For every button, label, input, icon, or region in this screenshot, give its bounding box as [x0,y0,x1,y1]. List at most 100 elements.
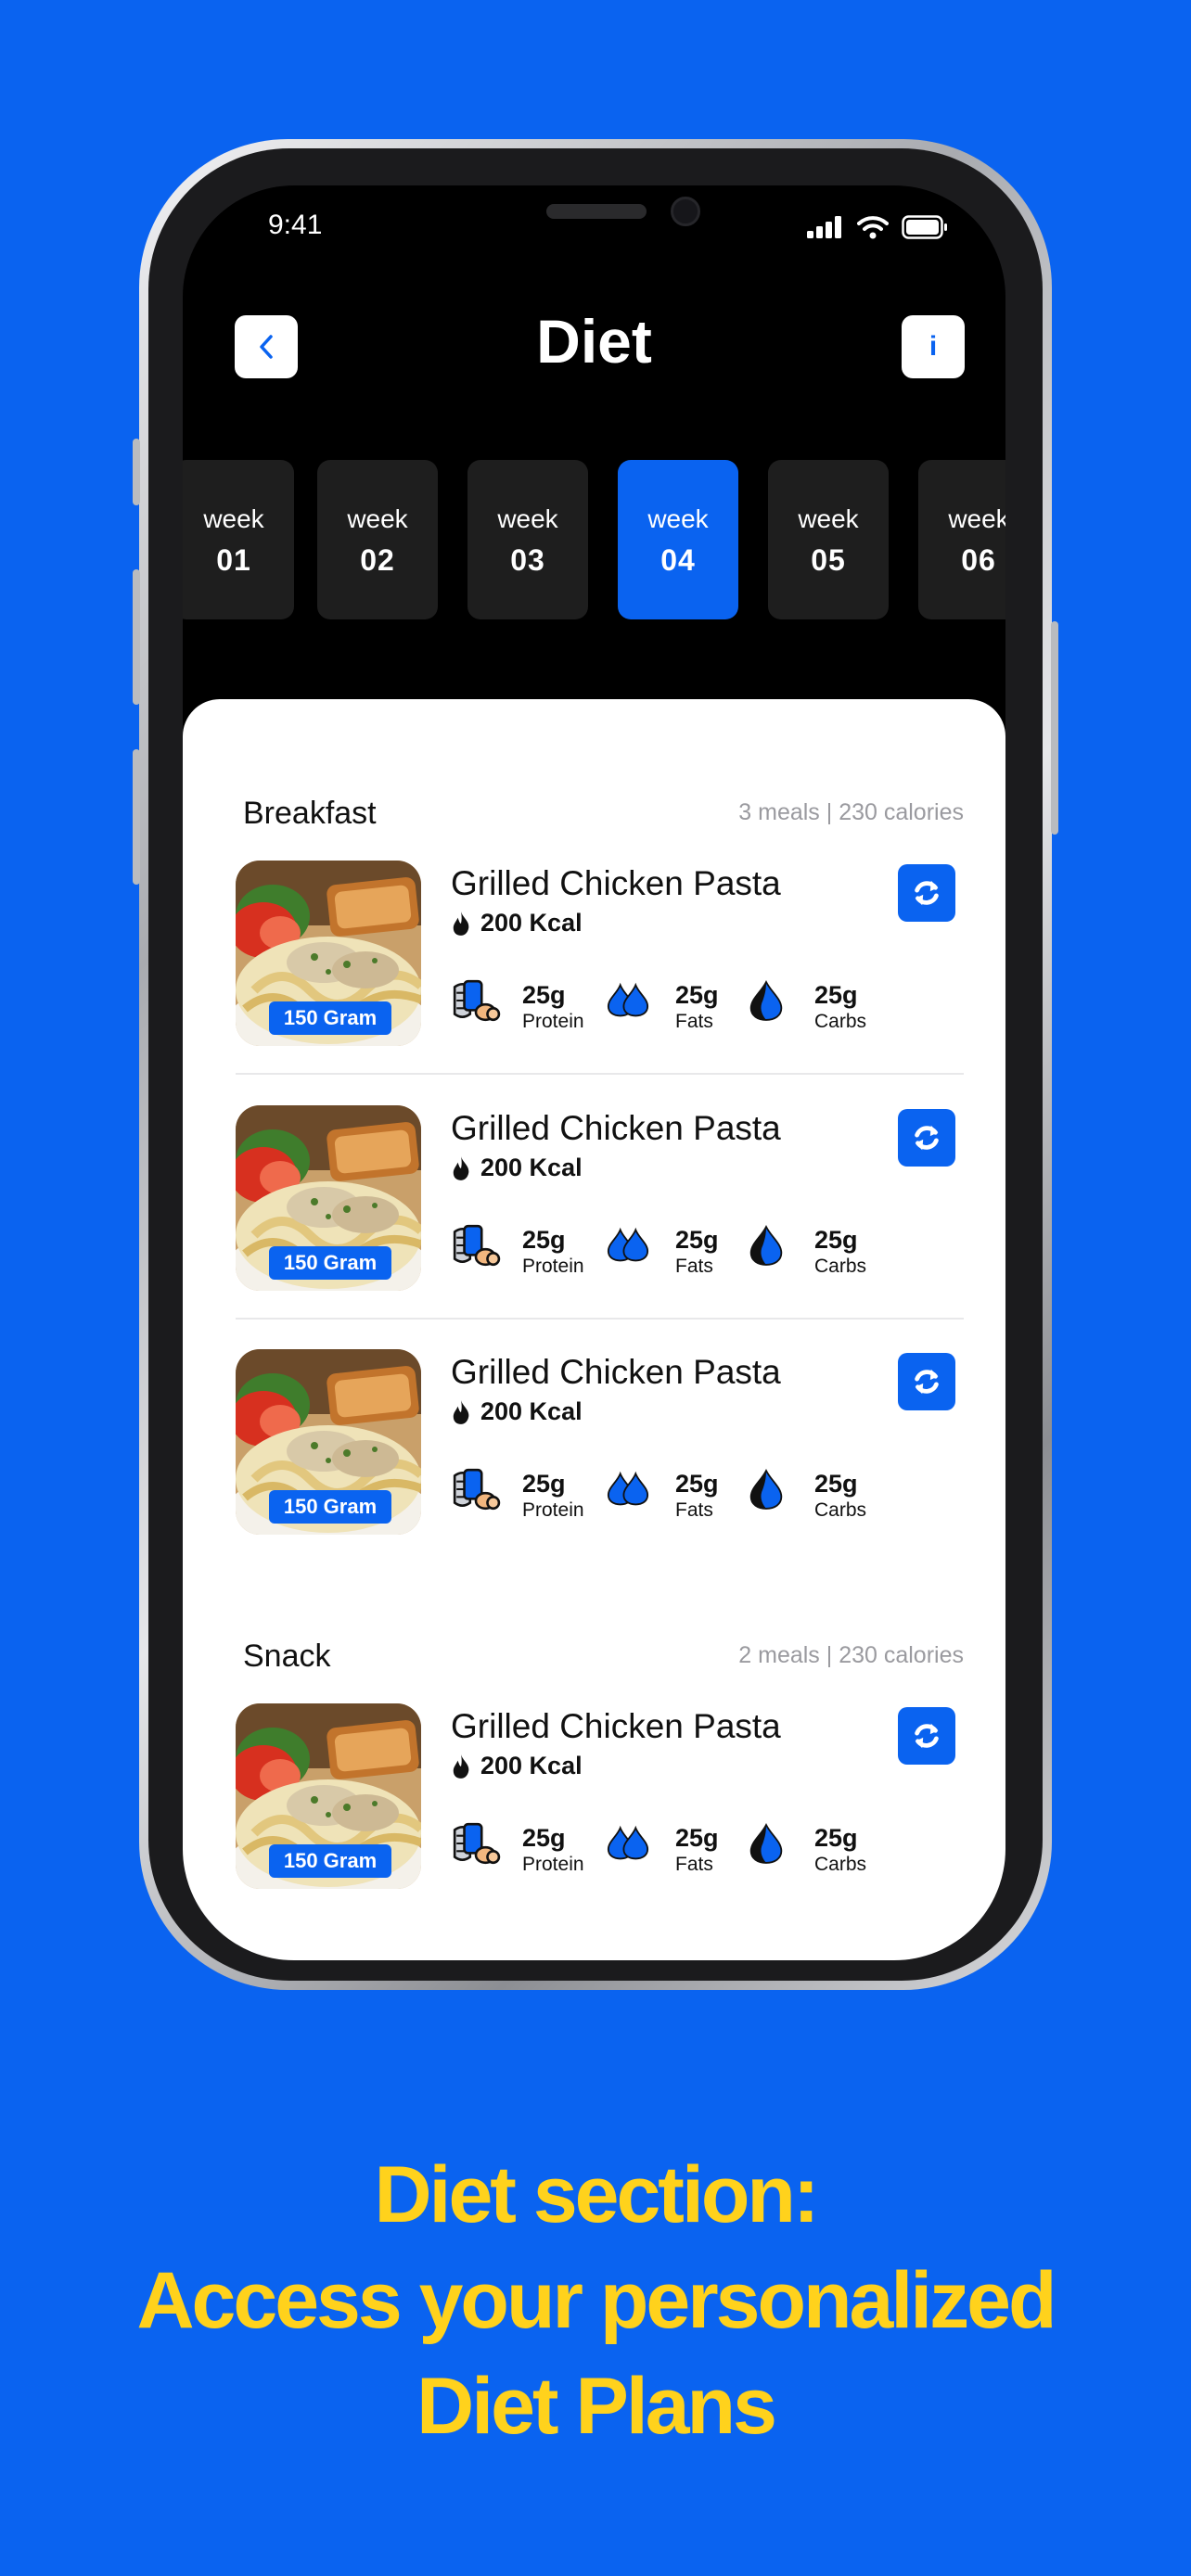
week-label: week [203,504,264,533]
weight-badge: 150 Gram [269,1001,391,1035]
kcal-value: 200 Kcal [480,1752,583,1779]
week-item-04[interactable]: week 04 [618,460,738,619]
carbs-value: 25g [814,981,858,1009]
caption-line-3: Diet Plans [416,2362,777,2451]
signal-icon [807,216,841,238]
flame-icon [451,911,471,937]
swap-meal-button[interactable] [898,1353,955,1410]
week-item-06[interactable]: week 06 [918,460,1005,619]
protein-value: 25g [522,981,566,1009]
refresh-icon [909,1364,944,1399]
kcal-value: 200 Kcal [480,1154,583,1181]
volume-up-button [133,569,140,705]
meal-calories: 200 Kcal [451,1397,583,1426]
carbs-label: Carbs [814,1011,867,1032]
promo-caption: Diet section: Access your personalized D… [0,2142,1191,2459]
section-title-breakfast: Breakfast [243,796,377,831]
power-button [1051,621,1058,835]
meal-card[interactable]: 150 Gram Grilled Chicken Pasta 200 Kcal … [236,1703,964,1889]
weight-badge: 150 Gram [269,1246,391,1280]
kcal-value: 200 Kcal [480,909,583,937]
carbs-label: Carbs [814,1854,867,1875]
fats-drops-icon [607,1468,649,1507]
volume-down-button [133,749,140,885]
protein-label: Protein [522,1256,584,1277]
front-camera [671,197,700,226]
info-button[interactable]: i [902,315,965,378]
caption-line-2: Access your personalized [136,2256,1057,2345]
fats-value: 25g [675,1824,719,1852]
carbs-value: 25g [814,1226,858,1254]
fats-value: 25g [675,981,719,1009]
meal-calories: 200 Kcal [451,909,583,937]
week-item-01[interactable]: week 01 [183,460,294,619]
protein-value: 25g [522,1226,566,1254]
carbs-value: 25g [814,1470,858,1498]
protein-icon [451,979,501,1022]
protein-value: 25g [522,1824,566,1852]
meal-card[interactable]: 150 Gram Grilled Chicken Pasta 200 Kcal … [236,861,964,1046]
refresh-icon [909,1120,944,1155]
meal-card[interactable]: 150 Gram Grilled Chicken Pasta 200 Kcal … [236,1349,964,1535]
protein-icon [451,1224,501,1267]
section-title-snack: Snack [243,1639,331,1674]
protein-value: 25g [522,1470,566,1498]
fats-label: Fats [675,1499,713,1521]
week-item-02[interactable]: week 02 [317,460,438,619]
wifi-icon [857,216,889,239]
protein-icon [451,1468,501,1511]
week-number: 05 [811,543,846,577]
fats-label: Fats [675,1854,713,1875]
protein-label: Protein [522,1499,584,1521]
carbs-label: Carbs [814,1499,867,1521]
carbs-drop-icon [748,979,785,1022]
fats-drops-icon [607,979,649,1018]
week-item-05[interactable]: week 05 [768,460,889,619]
fats-drops-icon [607,1224,649,1263]
carbs-drop-icon [748,1224,785,1267]
carbs-drop-icon [748,1468,785,1511]
meal-name: Grilled Chicken Pasta [451,1707,781,1745]
meal-calories: 200 Kcal [451,1752,583,1780]
meal-name: Grilled Chicken Pasta [451,1353,781,1391]
meal-name: Grilled Chicken Pasta [451,1109,781,1147]
flame-icon [451,1399,471,1425]
divider [236,1318,964,1320]
week-number: 06 [961,543,996,577]
phone-screen: 9:41 Diet i week 01 week 02 week 03 week… [183,185,1005,1960]
swap-meal-button[interactable] [898,1109,955,1167]
fats-drops-icon [607,1822,649,1861]
weight-badge: 150 Gram [269,1844,391,1878]
week-label: week [497,504,558,533]
swap-meal-button[interactable] [898,864,955,922]
week-number: 01 [216,543,251,577]
carbs-label: Carbs [814,1256,867,1277]
week-number: 03 [510,543,545,577]
fats-value: 25g [675,1226,719,1254]
section-meta-breakfast: 3 meals | 230 calories [738,799,964,825]
week-label: week [798,504,859,533]
week-label: week [948,504,1005,533]
fats-label: Fats [675,1011,713,1032]
page-title: Diet [536,307,652,376]
refresh-icon [909,1718,944,1753]
flame-icon [451,1753,471,1779]
week-label: week [647,504,709,533]
carbs-drop-icon [748,1822,785,1865]
fats-value: 25g [675,1470,719,1498]
caption-line-1: Diet section: [374,2150,819,2239]
protein-label: Protein [522,1854,584,1875]
divider [236,1073,964,1075]
week-number: 04 [660,543,696,577]
meal-name: Grilled Chicken Pasta [451,864,781,902]
refresh-icon [909,875,944,911]
week-number: 02 [360,543,395,577]
kcal-value: 200 Kcal [480,1397,583,1425]
weight-badge: 150 Gram [269,1490,391,1524]
battery-icon [902,215,947,239]
swap-meal-button[interactable] [898,1707,955,1765]
flame-icon [451,1155,471,1181]
week-item-03[interactable]: week 03 [467,460,588,619]
week-label: week [347,504,408,533]
meal-card[interactable]: 150 Gram Grilled Chicken Pasta 200 Kcal … [236,1105,964,1291]
